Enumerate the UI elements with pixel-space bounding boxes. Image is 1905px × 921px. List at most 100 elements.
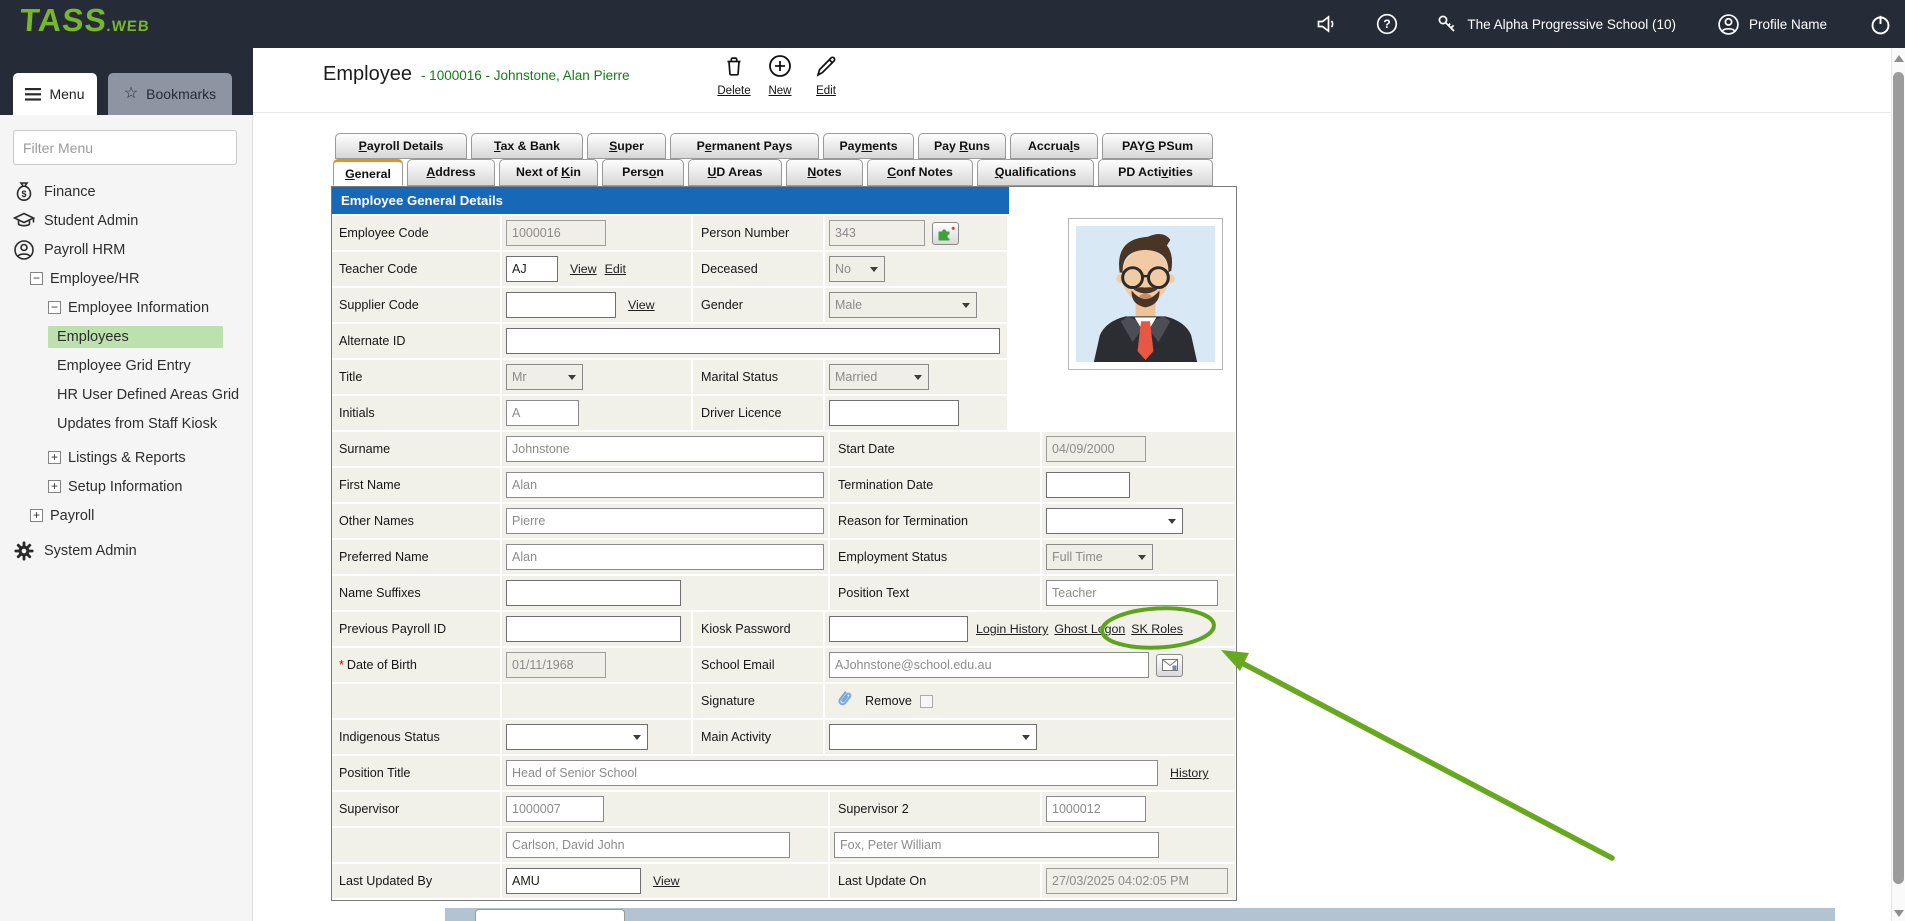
tab-accruals[interactable]: Accruals (1010, 133, 1098, 159)
teacher-edit-link[interactable]: Edit (605, 262, 626, 276)
sidebar-item-student-admin[interactable]: Student Admin (0, 206, 253, 235)
tab-pay-runs[interactable]: Pay Runs (918, 133, 1006, 159)
sidebar-item-payroll[interactable]: + Payroll (0, 501, 253, 530)
help-icon[interactable]: ? (1374, 11, 1400, 37)
sidebar-item-employees[interactable]: Employees (0, 322, 253, 351)
marital-status-select[interactable]: Married (829, 364, 929, 390)
sidebar-item-employee-grid-entry[interactable]: Employee Grid Entry (0, 351, 253, 380)
teacher-view-link[interactable]: View (570, 262, 597, 276)
edit-button[interactable]: Edit (805, 53, 847, 97)
main-activity-select[interactable] (829, 724, 1037, 750)
sidebar-item-employee-hr[interactable]: − Employee/HR (0, 264, 253, 293)
tab-notes[interactable]: Notes (786, 159, 863, 186)
name-suffixes-input[interactable] (506, 580, 681, 606)
termination-date-input[interactable] (1046, 472, 1130, 498)
other-names-input[interactable] (506, 508, 824, 534)
paperclip-icon[interactable] (835, 689, 853, 714)
form-row: Preferred Name Employment Status Full Ti… (332, 540, 1236, 574)
new-button[interactable]: New (759, 53, 801, 97)
previous-payroll-id-input[interactable] (506, 616, 681, 642)
collapse-icon[interactable]: − (30, 272, 43, 285)
teacher-code-input[interactable] (506, 256, 558, 282)
school-email-input[interactable] (829, 652, 1149, 678)
tab-address[interactable]: Address (407, 159, 495, 186)
expand-icon[interactable]: + (48, 451, 61, 464)
collapse-icon[interactable]: − (48, 301, 61, 314)
preferred-name-input[interactable] (506, 544, 824, 570)
position-text-input[interactable] (1046, 580, 1218, 606)
position-title-input[interactable] (506, 760, 1158, 786)
sidebar-item-payroll-hrm[interactable]: Payroll HRM (0, 235, 253, 264)
start-date-input[interactable] (1046, 436, 1146, 462)
sidebar-item-hr-user-defined-areas-grid[interactable]: HR User Defined Areas Grid (0, 380, 253, 409)
date-of-birth-input[interactable] (506, 652, 606, 678)
person-number-input[interactable] (829, 220, 925, 246)
sidebar-item-updates-from-staff-kiosk[interactable]: Updates from Staff Kiosk (0, 409, 253, 438)
tab-person[interactable]: Person (602, 159, 684, 186)
menu-tree: $ Finance Student Admin Payroll HRM − Em… (0, 177, 253, 565)
tab-menu[interactable]: Menu (13, 73, 97, 115)
first-name-input[interactable] (506, 472, 824, 498)
employee-code-input[interactable] (506, 220, 606, 246)
delete-button[interactable]: Delete (713, 53, 755, 97)
community-link-button[interactable] (932, 222, 959, 245)
tab-pd-activities[interactable]: PD Activities (1098, 159, 1213, 186)
title-select[interactable]: Mr (506, 364, 583, 390)
sidebar-item-setup-information[interactable]: + Setup Information (0, 472, 253, 501)
sidebar-item-employee-information[interactable]: − Employee Information (0, 293, 253, 322)
announcements-icon[interactable] (1314, 11, 1340, 37)
profile-menu[interactable]: Profile Name (1716, 11, 1827, 37)
vertical-scrollbar[interactable] (1891, 48, 1905, 921)
alternate-id-input[interactable] (506, 328, 1000, 354)
expand-icon[interactable]: + (48, 480, 61, 493)
filter-menu-input[interactable] (13, 130, 237, 165)
sidebar-item-listings-reports[interactable]: + Listings & Reports (0, 443, 253, 472)
supervisor-code-input[interactable] (506, 796, 604, 822)
scroll-down-arrow-icon[interactable] (1894, 910, 1904, 917)
bottom-frame-tab[interactable] (475, 909, 625, 921)
supplier-view-link[interactable]: View (628, 298, 655, 312)
supervisor-name-input[interactable] (506, 832, 790, 858)
scroll-up-arrow-icon[interactable] (1894, 55, 1904, 62)
ghost-logon-link[interactable]: Ghost Logon (1054, 622, 1125, 636)
reason-for-termination-select[interactable] (1046, 508, 1183, 534)
initials-input[interactable] (506, 400, 579, 426)
position-title-history-link[interactable]: History (1170, 766, 1209, 780)
last-update-on-input[interactable] (1046, 868, 1228, 894)
supervisor2-name-input[interactable] (834, 832, 1159, 858)
page-title-band: Employee - 1000016 - Johnstone, Alan Pie… (253, 48, 1891, 113)
tab-ud-areas[interactable]: UD Areas (688, 159, 782, 186)
deceased-select[interactable]: No (829, 256, 885, 282)
tab-payments[interactable]: Payments (823, 133, 914, 159)
sidebar-item-system-admin[interactable]: System Admin (0, 536, 253, 565)
school-selector[interactable]: The Alpha Progressive School (10) (1434, 11, 1676, 37)
tab-bookmarks[interactable]: ☆ Bookmarks (108, 73, 232, 115)
sidebar-item-finance[interactable]: $ Finance (0, 177, 253, 206)
gender-select[interactable]: Male (829, 292, 977, 318)
kiosk-password-input[interactable] (829, 616, 968, 642)
surname-input[interactable] (506, 436, 824, 462)
scrollbar-thumb[interactable] (1893, 72, 1904, 884)
indigenous-status-select[interactable] (506, 724, 648, 750)
expand-icon[interactable]: + (30, 509, 43, 522)
email-icon[interactable] (1156, 654, 1183, 677)
tab-general[interactable]: General (333, 159, 403, 186)
logout-icon[interactable] (1867, 11, 1893, 37)
tab-payg-psum[interactable]: PAYG PSum (1102, 133, 1213, 159)
remove-signature-checkbox[interactable] (920, 695, 933, 708)
login-history-link[interactable]: Login History (976, 622, 1048, 636)
last-updated-by-input[interactable] (506, 868, 641, 894)
supervisor2-code-input[interactable] (1046, 796, 1146, 822)
tab-conf-notes[interactable]: Conf Notes (867, 159, 973, 186)
tab-payroll-details[interactable]: Payroll Details (335, 133, 467, 159)
sk-roles-link[interactable]: SK Roles (1131, 622, 1183, 636)
tab-permanent-pays[interactable]: Permanent Pays (670, 133, 819, 159)
supplier-code-input[interactable] (506, 292, 616, 318)
employment-status-select[interactable]: Full Time (1046, 544, 1153, 570)
tab-qualifications[interactable]: Qualifications (977, 159, 1094, 186)
tab-tax-bank[interactable]: Tax & Bank (471, 133, 583, 159)
last-updated-by-view-link[interactable]: View (653, 874, 680, 888)
tab-super[interactable]: Super (587, 133, 666, 159)
driver-licence-input[interactable] (829, 400, 959, 426)
tab-next-of-kin[interactable]: Next of Kin (499, 159, 598, 186)
